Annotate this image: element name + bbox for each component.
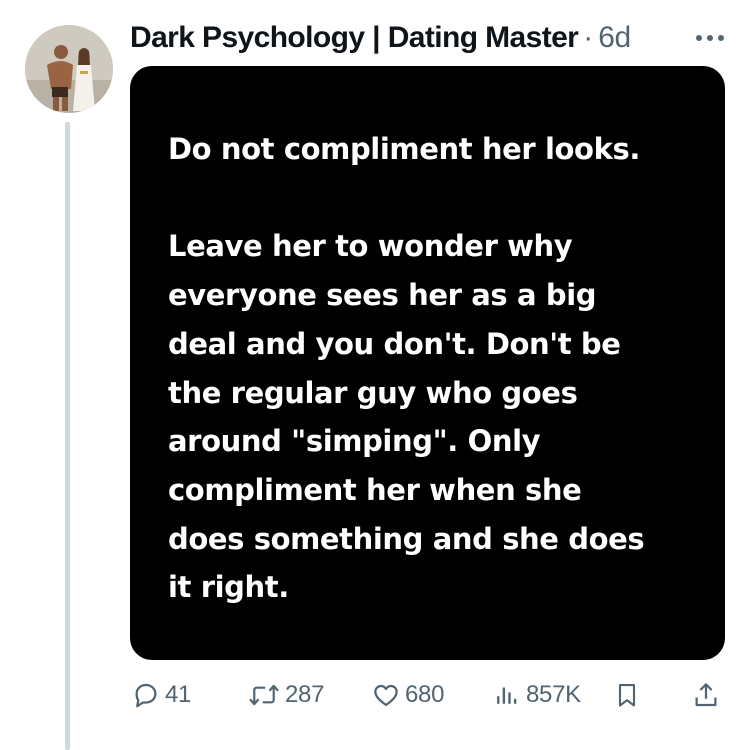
more-options-button[interactable]	[690, 26, 730, 50]
bookmark-button[interactable]	[613, 673, 641, 717]
avatar[interactable]	[25, 25, 113, 113]
card-text: Do not compliment her looks. Leave her t…	[168, 125, 708, 612]
author-name[interactable]: Dark Psychology | Dating Master	[130, 21, 579, 55]
post-header: Dark Psychology | Dating Master · 6d	[130, 18, 631, 58]
views-button[interactable]: 857K	[492, 673, 581, 717]
bookmark-icon	[618, 684, 636, 707]
card-body-line: Leave her to wonder why	[168, 229, 573, 264]
card-body-line: around "simping". Only	[168, 424, 541, 459]
reply-count: 41	[165, 681, 192, 708]
thread-line	[65, 122, 70, 750]
post-image-card[interactable]: Do not compliment her looks. Leave her t…	[130, 66, 725, 660]
share-icon	[695, 683, 717, 707]
heart-icon	[374, 684, 398, 707]
repost-count: 287	[285, 681, 325, 708]
views-icon	[497, 687, 517, 704]
card-heading: Do not compliment her looks.	[168, 132, 640, 166]
like-count: 680	[405, 681, 445, 708]
card-body: Leave her to wonder why everyone sees he…	[168, 222, 708, 612]
post-timestamp[interactable]: 6d	[598, 21, 631, 55]
reply-button[interactable]: 41	[131, 673, 191, 717]
card-body-line: does something and she does	[168, 521, 645, 556]
card-body-line: the regular guy who goes	[168, 375, 578, 410]
action-bar: 41 287 680 857K	[0, 673, 750, 717]
more-horizontal-icon	[696, 35, 724, 41]
avatar-image	[25, 25, 113, 113]
card-body-line: compliment her when she	[168, 472, 582, 507]
repost-icon	[249, 684, 279, 706]
card-body-line: everyone sees her as a big	[168, 278, 597, 313]
card-body-line: deal and you don't. Don't be	[168, 326, 621, 361]
repost-button[interactable]: 287	[247, 673, 324, 717]
views-count: 857K	[526, 681, 581, 708]
reply-icon	[135, 683, 157, 708]
share-button[interactable]	[691, 673, 721, 717]
like-button[interactable]: 680	[371, 673, 444, 717]
card-body-line: it right.	[168, 570, 289, 605]
header-separator: ·	[583, 21, 594, 54]
